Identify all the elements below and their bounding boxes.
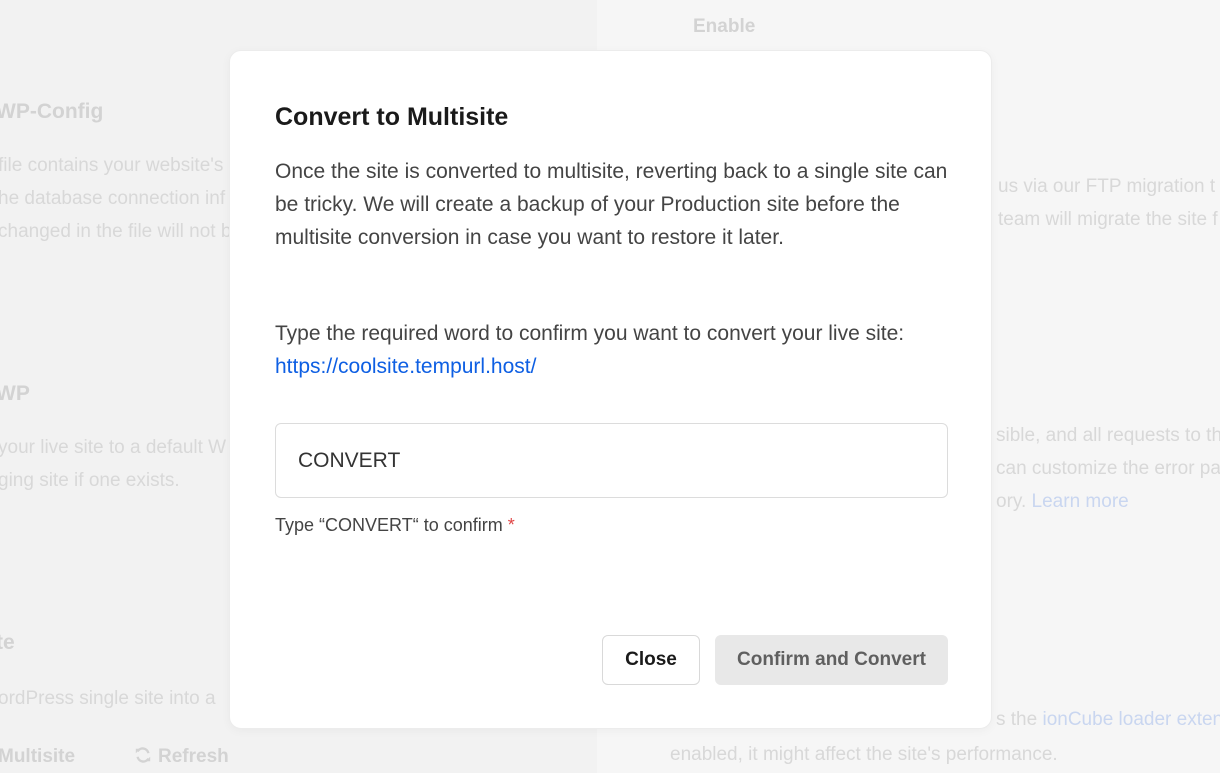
wp-config-line: file contains your website's xyxy=(0,155,224,176)
confirm-hint-text: Type “CONVERT“ to confirm xyxy=(275,515,503,535)
confirm-hint: Type “CONVERT“ to confirm * xyxy=(275,515,515,536)
confirm-and-convert-button[interactable]: Confirm and Convert xyxy=(715,635,948,685)
refresh-label: Refresh xyxy=(158,746,229,767)
wp-heading: WP xyxy=(0,382,30,405)
performance-line: enabled, it might affect the site's perf… xyxy=(670,744,1058,765)
refresh-button: Refresh xyxy=(134,746,229,768)
ioncube-line: s the ionCube loader extens xyxy=(996,709,1220,731)
confirm-instruction-text: Type the required word to confirm you wa… xyxy=(275,322,905,345)
visibility-line-1: sible, and all requests to th xyxy=(996,425,1220,446)
confirm-word-input[interactable] xyxy=(275,423,948,498)
wp-config-heading: WP-Config xyxy=(0,100,104,123)
site-url-link[interactable]: https://coolsite.tempurl.host/ xyxy=(275,355,536,378)
wp-line: ging site if one exists. xyxy=(0,470,180,491)
close-button[interactable]: Close xyxy=(602,635,700,685)
multisite-tab: Multisite xyxy=(0,746,76,767)
wp-config-line: he database connection inf xyxy=(0,188,226,209)
visibility-line-2: can customize the error pag xyxy=(996,458,1220,479)
wp-config-line: changed in the file will not b xyxy=(0,221,232,242)
refresh-icon xyxy=(135,747,151,763)
ftp-line-2: team will migrate the site f xyxy=(998,209,1218,230)
visibility-line-3: ory. Learn more xyxy=(996,491,1129,512)
convert-multisite-modal: Convert to Multisite Once the site is co… xyxy=(229,50,992,729)
wp-line: your live site to a default W xyxy=(0,437,227,458)
modal-description: Once the site is converted to multisite,… xyxy=(275,160,948,249)
te-line: ordPress single site into a xyxy=(0,688,216,709)
ftp-line-1: us via our FTP migration t xyxy=(998,176,1216,197)
ioncube-link: ionCube loader extens xyxy=(1042,709,1220,730)
te-heading: te xyxy=(0,631,15,654)
confirm-instruction: Type the required word to confirm you wa… xyxy=(275,317,955,383)
modal-title: Convert to Multisite xyxy=(275,103,509,131)
enable-label: Enable xyxy=(693,16,756,37)
required-mark: * xyxy=(507,515,515,535)
learn-more-link: Learn more xyxy=(1031,491,1129,512)
